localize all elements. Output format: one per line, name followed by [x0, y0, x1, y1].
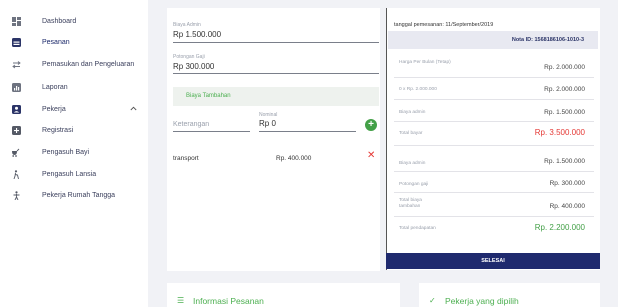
biaya-admin-label: Biaya Admin: [173, 22, 201, 28]
sidebar-item-pemasukan-pengeluaran[interactable]: Pemasukan dan Pengeluaran: [0, 53, 148, 75]
list-icon: ☰: [177, 296, 185, 305]
add-biaya-button[interactable]: +: [365, 119, 377, 131]
total-pendapatan-value: Rp. 2.200.000: [534, 223, 585, 232]
informasi-pesanan-title: Informasi Pesanan: [193, 296, 264, 306]
pekerja-dipilih-card: ✓ Pekerja yang dipilih: [419, 283, 600, 307]
sidebar-item-pengasuh-lansia[interactable]: Pengasuh Lansia: [0, 163, 148, 185]
summary-value: Rp. 1.500.000: [544, 109, 585, 116]
divider: [394, 192, 594, 193]
dashboard-icon: [11, 16, 21, 26]
nominal-input[interactable]: Rp 0: [259, 119, 276, 128]
summary-label: Total bayar: [399, 131, 423, 136]
divider: [394, 77, 594, 78]
fee-form-card: [167, 8, 380, 271]
informasi-pesanan-card: ☰ Informasi Pesanan: [167, 283, 400, 307]
sidebar-item-label: Dashboard: [42, 17, 77, 25]
sidebar: Dashboard Pesanan Pemasukan dan Pengelua…: [0, 0, 148, 307]
sidebar-item-label: Pekerja: [42, 105, 66, 113]
summary-label: Biaya admin: [399, 161, 426, 166]
sidebar-item-pengasuh-bayi[interactable]: Pengasuh Bayi: [0, 141, 148, 163]
chevron-up-icon[interactable]: [130, 106, 137, 113]
nominal-underline: [259, 131, 356, 132]
pekerja-dipilih-title: Pekerja yang dipilih: [445, 296, 519, 306]
summary-label: Biaya admin: [399, 110, 426, 115]
close-icon[interactable]: ✕: [367, 151, 375, 161]
nota-bar: Nota ID: 1568186106-1010-3: [388, 31, 598, 49]
total-bayar-value: Rp. 3.500.000: [534, 128, 585, 137]
summary-label: 0 x Rp. 2.000.000: [399, 87, 437, 92]
divider: [394, 99, 594, 100]
summary-label: Harga Per Bulan (Tetap): [399, 60, 451, 65]
biaya-row-keterangan: transport: [173, 155, 199, 162]
plus-box-icon: [11, 125, 21, 135]
divider: [394, 171, 594, 172]
transfer-icon: [11, 59, 21, 69]
sidebar-item-pekerja[interactable]: Pekerja: [0, 98, 148, 120]
sidebar-item-label: Registrasi: [42, 126, 74, 134]
summary-value: Rp. 1.500.000: [544, 158, 585, 165]
summary-value: Rp. 2.000.000: [544, 64, 585, 71]
housekeeper-icon: [11, 190, 21, 200]
biaya-admin-underline: [173, 42, 379, 43]
biaya-row-nominal: Rp. 400.000: [276, 155, 312, 162]
baby-icon: [11, 147, 21, 157]
divider: [394, 145, 594, 146]
sidebar-item-pekerja-rumah-tangga[interactable]: Pekerja Rumah Tangga: [0, 184, 148, 206]
keterangan-underline: [173, 131, 250, 132]
summary-label: Potongan gaji: [399, 182, 429, 187]
keterangan-input[interactable]: Keterangan: [173, 121, 209, 128]
summary-value: Rp. 400.000: [549, 203, 585, 210]
sidebar-item-pesanan[interactable]: Pesanan: [0, 31, 148, 53]
sidebar-item-dashboard[interactable]: Dashboard: [0, 10, 148, 32]
potongan-gaji-underline: [173, 73, 379, 74]
sidebar-item-label: Pengasuh Bayi: [42, 148, 90, 156]
sidebar-item-registrasi[interactable]: Registrasi: [0, 119, 148, 141]
potongan-gaji-input[interactable]: Rp 300.000: [173, 62, 214, 71]
summary-value: Rp. 300.000: [549, 180, 585, 187]
summary-value: Rp. 2.000.000: [544, 86, 585, 93]
biaya-tambahan-header: Biaya Tambahan: [173, 87, 379, 106]
check-icon: ✓: [429, 296, 436, 305]
sidebar-item-label: Laporan: [42, 83, 68, 91]
selesai-button[interactable]: SELESAI: [386, 253, 600, 269]
nota-id: Nota ID: 1568186106-1010-3: [511, 37, 584, 43]
sidebar-item-label: Pemasukan dan Pengeluaran: [42, 60, 135, 68]
biaya-admin-input[interactable]: Rp 1.500.000: [173, 30, 221, 39]
elderly-icon: [11, 169, 21, 179]
divider: [394, 121, 594, 122]
report-icon: [11, 82, 21, 92]
nominal-label: Nominal: [259, 112, 278, 118]
summary-label: Total biaya tambahan: [399, 198, 422, 209]
biaya-tambahan-label: Biaya Tambahan: [186, 93, 231, 99]
sidebar-item-label: Pekerja Rumah Tangga: [42, 191, 116, 199]
sidebar-item-laporan[interactable]: Laporan: [0, 76, 148, 98]
sidebar-item-label: Pengasuh Lansia: [42, 170, 97, 178]
worker-icon: [11, 104, 21, 114]
orders-icon: [11, 37, 21, 47]
sidebar-item-label: Pesanan: [42, 38, 70, 46]
divider: [394, 216, 594, 217]
order-date: tanggal pemesanan: 11/September/2019: [394, 22, 494, 28]
potongan-gaji-label: Potongan Gaji: [173, 54, 205, 60]
summary-label: Total pendapatan: [399, 226, 436, 231]
